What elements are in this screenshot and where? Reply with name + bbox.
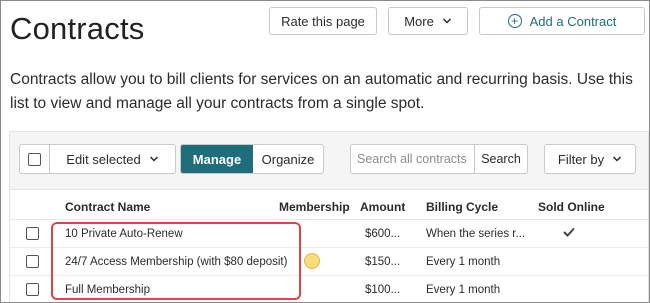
select-all-checkbox[interactable] [28,152,41,166]
column-header-sold-online[interactable]: Sold Online [538,200,605,214]
column-header-billing-cycle[interactable]: Billing Cycle [426,200,498,214]
table-toolbar: Edit selected Manage Organize Search all… [10,132,648,190]
page-frame: Contracts Rate this page More + Add a Co… [0,0,650,303]
chevron-down-icon [613,156,622,162]
filter-by-label: Filter by [557,151,605,167]
membership-coin-icon [304,253,320,269]
page-title: Contracts [10,11,145,46]
amount: $150... [365,256,401,268]
more-button[interactable]: More [388,7,468,35]
search-input[interactable] [351,145,475,173]
amount: $600... [365,228,401,240]
edit-selected-button[interactable]: Edit selected [50,152,175,167]
rate-this-page-button[interactable]: Rate this page [269,7,377,35]
table-header: Contract Name Membership Amount Billing … [10,190,648,220]
view-toggle: Manage Organize [180,144,324,174]
filter-by-button[interactable]: Filter by [544,144,636,174]
bulk-select-group: Edit selected [19,144,176,174]
row-checkbox[interactable] [26,227,39,240]
tab-organize[interactable]: Organize [253,145,323,173]
search-button-label: Search [481,152,521,166]
chevron-down-icon [442,18,451,24]
column-header-contract-name[interactable]: Contract Name [65,200,150,214]
rate-this-page-label: Rate this page [281,13,365,29]
sold-online-check-icon [563,227,575,240]
tab-organize-label: Organize [261,151,315,167]
plus-circle-icon: + [507,14,522,28]
chevron-down-icon [149,156,158,162]
search-group: Search [350,144,528,174]
column-header-membership[interactable]: Membership [279,200,350,214]
billing-cycle: Every 1 month [426,284,501,296]
more-label: More [404,13,434,29]
select-all-cell [20,145,50,173]
add-contract-button[interactable]: + Add a Contract [479,7,645,35]
row-checkbox[interactable] [26,255,39,268]
billing-cycle: When the series r... [426,228,526,240]
column-header-amount[interactable]: Amount [360,200,405,214]
amount: $100... [365,284,401,296]
tab-manage[interactable]: Manage [181,145,253,173]
search-button[interactable]: Search [475,145,527,173]
annotation-highlight-box [51,222,301,300]
edit-selected-label: Edit selected [66,151,141,167]
tab-manage-label: Manage [192,151,242,167]
row-checkbox[interactable] [26,283,39,296]
add-contract-label: Add a Contract [529,13,617,29]
billing-cycle: Every 1 month [426,256,501,268]
page-description: Contracts allow you to bill clients for … [10,71,633,112]
